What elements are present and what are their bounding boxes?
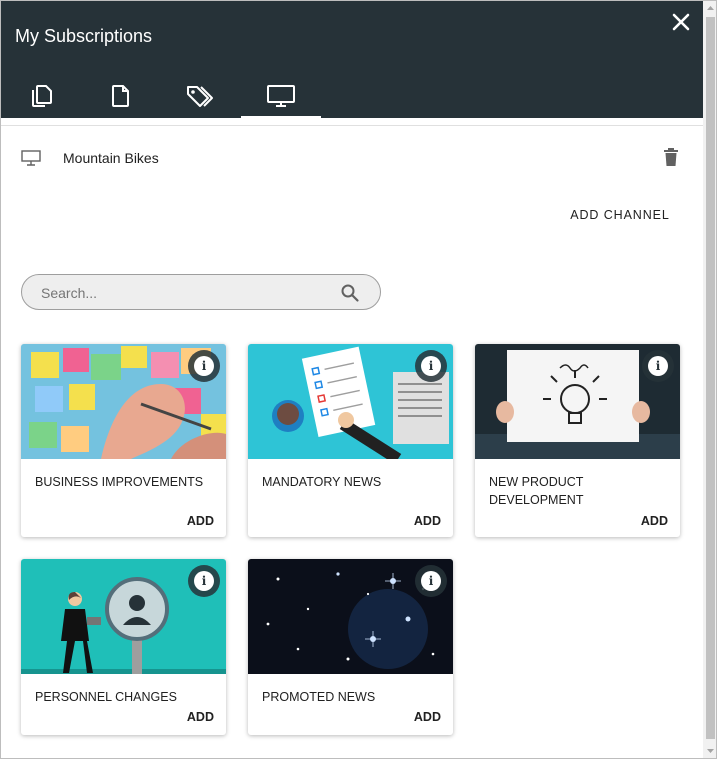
add-button[interactable]: ADD bbox=[187, 514, 214, 528]
search-icon[interactable] bbox=[340, 283, 360, 308]
tab-documents[interactable] bbox=[81, 76, 161, 118]
scrollbar-thumb[interactable] bbox=[706, 17, 715, 739]
channel-card[interactable]: i BUSINESS IMPROVEMENTS ADD bbox=[21, 344, 226, 537]
add-button[interactable]: ADD bbox=[187, 710, 214, 724]
channel-name: Mountain Bikes bbox=[63, 150, 159, 166]
subscriptions-dialog: My Subscriptions Mountain Bikes ADD CHAN… bbox=[0, 0, 717, 759]
add-button[interactable]: ADD bbox=[641, 514, 668, 528]
info-icon[interactable]: i bbox=[188, 565, 220, 597]
channel-card[interactable]: i NEW PRODUCT DEVELOPMENT ADD bbox=[475, 344, 680, 537]
info-icon[interactable]: i bbox=[415, 350, 447, 382]
card-title: PROMOTED NEWS bbox=[262, 690, 376, 704]
add-channel-button[interactable]: ADD CHANNEL bbox=[563, 203, 677, 227]
tab-bar bbox=[1, 76, 361, 118]
header-divider bbox=[1, 118, 703, 126]
copy-icon bbox=[29, 84, 53, 113]
close-icon[interactable] bbox=[670, 11, 692, 33]
add-button[interactable]: ADD bbox=[414, 710, 441, 724]
monitor-icon bbox=[266, 84, 296, 113]
card-title: BUSINESS IMPROVEMENTS bbox=[35, 475, 204, 489]
channel-row: Mountain Bikes bbox=[1, 141, 703, 175]
scroll-down-arrow-icon[interactable] bbox=[703, 743, 716, 758]
channel-card[interactable]: i PERSONNEL CHANGES ADD bbox=[21, 559, 226, 735]
tab-tags[interactable] bbox=[161, 76, 241, 118]
channel-card[interactable]: i MANDATORY NEWS ADD bbox=[248, 344, 453, 537]
tags-icon bbox=[186, 84, 216, 113]
add-button[interactable]: ADD bbox=[414, 514, 441, 528]
tab-channels[interactable] bbox=[241, 76, 321, 118]
document-icon bbox=[109, 84, 133, 113]
channel-card[interactable]: i PROMOTED NEWS ADD bbox=[248, 559, 453, 735]
scroll-up-arrow-icon[interactable] bbox=[703, 1, 716, 16]
monitor-icon bbox=[21, 150, 41, 171]
search-bar bbox=[21, 274, 381, 310]
vertical-scrollbar[interactable] bbox=[703, 1, 716, 758]
info-icon[interactable]: i bbox=[642, 350, 674, 382]
trash-icon[interactable] bbox=[662, 147, 680, 172]
search-input[interactable] bbox=[41, 283, 341, 303]
card-title: MANDATORY NEWS bbox=[262, 475, 382, 489]
card-title: PERSONNEL CHANGES bbox=[35, 690, 177, 704]
info-icon[interactable]: i bbox=[415, 565, 447, 597]
dialog-header: My Subscriptions bbox=[1, 1, 703, 118]
tab-copies[interactable] bbox=[1, 76, 81, 118]
info-icon[interactable]: i bbox=[188, 350, 220, 382]
dialog-title: My Subscriptions bbox=[15, 26, 153, 46]
card-title: NEW PRODUCT DEVELOPMENT bbox=[489, 475, 584, 507]
